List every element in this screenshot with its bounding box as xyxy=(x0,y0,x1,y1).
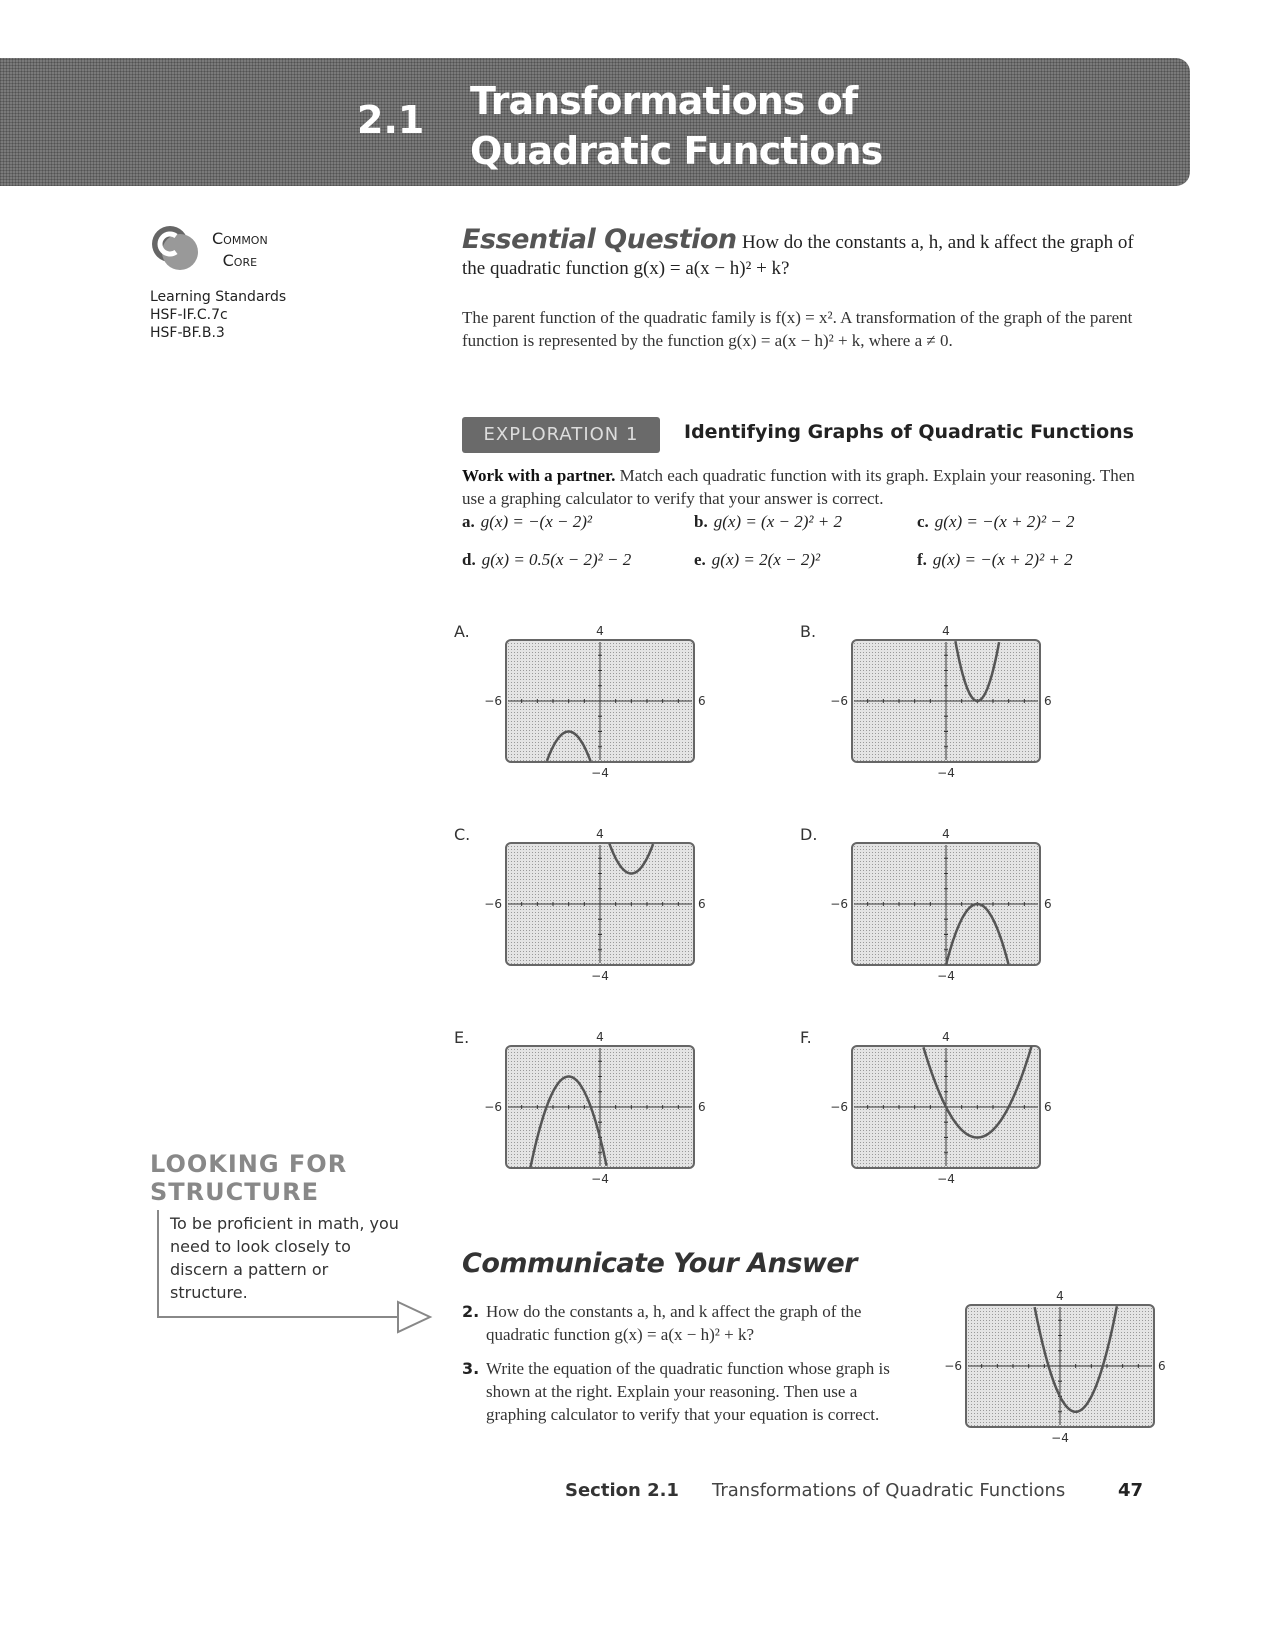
function-item: a. g(x) = −(x − 2)² xyxy=(462,512,592,531)
essential-question-text: How do the constants a, h, and k affect … xyxy=(462,232,1134,279)
tick-label-bottom: −4 xyxy=(591,1172,609,1186)
tick-label-top: 4 xyxy=(942,1030,950,1044)
tick-label-top: 4 xyxy=(1056,1289,1064,1303)
tick-label-left: −6 xyxy=(484,1100,502,1114)
tick-label-left: −6 xyxy=(484,897,502,911)
tick-label-left: −6 xyxy=(484,694,502,708)
exploration-title: Identifying Graphs of Quadratic Function… xyxy=(684,421,1134,443)
function-item: d. g(x) = 0.5(x − 2)² − 2 xyxy=(462,550,632,569)
tick-label-top: 4 xyxy=(596,827,604,841)
section-title: Transformations of Quadratic Functions xyxy=(470,79,883,173)
tick-label-top: 4 xyxy=(596,624,604,638)
chapter-banner: 2.1 Transformations of Quadratic Functio… xyxy=(0,58,1190,186)
tip-title: LOOKING FOR STRUCTURE xyxy=(150,1150,348,1206)
tick-label-right: 6 xyxy=(1044,1100,1052,1114)
tick-label-left: −6 xyxy=(830,897,848,911)
tick-label-right: 6 xyxy=(1158,1359,1166,1373)
tick-label-right: 6 xyxy=(698,1100,706,1114)
graph-d-plot: 4 −4 −6 6 xyxy=(830,827,1052,983)
tick-label-bottom: −4 xyxy=(1051,1431,1069,1445)
tick-label-bottom: −4 xyxy=(591,969,609,983)
tick-label-left: −6 xyxy=(944,1359,962,1373)
tick-label-top: 4 xyxy=(942,624,950,638)
page-number: 47 xyxy=(1118,1480,1144,1501)
standard-item: HSF-BF.B.3 xyxy=(150,325,225,341)
graph-b: B. 4 −4 −6 6 xyxy=(800,622,1052,797)
intro-paragraph: The parent function of the quadratic fam… xyxy=(462,308,1133,350)
tick-label-right: 6 xyxy=(698,897,706,911)
section-number: 2.1 xyxy=(357,98,425,142)
tick-label-right: 6 xyxy=(698,694,706,708)
learning-standards: Learning Standards HSF-IF.C.7c HSF-BF.B.… xyxy=(150,288,390,342)
tick-label-right: 6 xyxy=(1044,694,1052,708)
page-footer: Section 2.1 Transformations of Quadratic… xyxy=(0,1480,1150,1510)
question-3: 3. Write the equation of the quadratic f… xyxy=(462,1359,890,1424)
tick-label-bottom: −4 xyxy=(937,766,955,780)
tick-label-right: 6 xyxy=(1044,897,1052,911)
graph-question-3: 4 −4 −6 6 xyxy=(914,1287,1165,1462)
tick-label-top: 4 xyxy=(596,1030,604,1044)
function-item: b. g(x) = (x − 2)² + 2 xyxy=(694,512,842,531)
graph-c-plot: 4 −4 −6 6 xyxy=(484,827,706,983)
graph-d: D. 4 −4 −6 6 xyxy=(800,825,1052,1000)
communicate-heading: Communicate Your Answer xyxy=(462,1248,858,1279)
graph-f: F. 4 −4 −6 6 xyxy=(800,1028,1052,1203)
exploration-badge: EXPLORATION 1 xyxy=(462,417,660,453)
function-item: c. g(x) = −(x + 2)² − 2 xyxy=(917,512,1075,531)
function-item: f. g(x) = −(x + 2)² + 2 xyxy=(917,550,1073,569)
graph-question-3-plot: 4 −4 −6 6 xyxy=(944,1289,1166,1445)
question-2: 2. How do the constants a, h, and k affe… xyxy=(462,1302,862,1344)
footer-title: Transformations of Quadratic Functions xyxy=(712,1480,1066,1501)
function-item: e. g(x) = 2(x − 2)² xyxy=(694,550,821,569)
tick-label-bottom: −4 xyxy=(937,1172,955,1186)
standard-item: HSF-IF.C.7c xyxy=(150,307,228,323)
tick-label-bottom: −4 xyxy=(591,766,609,780)
tick-label-top: 4 xyxy=(942,827,950,841)
graph-f-plot: 4 −4 −6 6 xyxy=(830,1030,1052,1186)
tick-label-bottom: −4 xyxy=(937,969,955,983)
graph-a: A. 4 −4 −6 6 xyxy=(454,622,706,797)
graph-e: E. 4 −4 −6 6 xyxy=(454,1028,706,1203)
looking-for-structure-tip: LOOKING FOR STRUCTURE To be proficient i… xyxy=(150,1150,433,1334)
graph-a-plot: 4 −4 −6 6 xyxy=(484,624,706,780)
tick-label-left: −6 xyxy=(830,694,848,708)
exploration-instructions: Work with a partner. Match each quadrati… xyxy=(462,466,1135,508)
graph-c: C. 4 −4 −6 6 xyxy=(454,825,706,1000)
tip-body: To be proficient in math, you need to lo… xyxy=(170,1214,399,1302)
tick-label-left: −6 xyxy=(830,1100,848,1114)
common-core-name: Common Core xyxy=(212,229,268,270)
footer-section: Section 2.1 xyxy=(565,1480,679,1501)
graph-e-plot: 4 −4 −6 6 xyxy=(484,1030,706,1186)
common-core-logo-icon xyxy=(152,226,198,270)
graph-b-plot: 4 −4 −6 6 xyxy=(830,624,1052,780)
